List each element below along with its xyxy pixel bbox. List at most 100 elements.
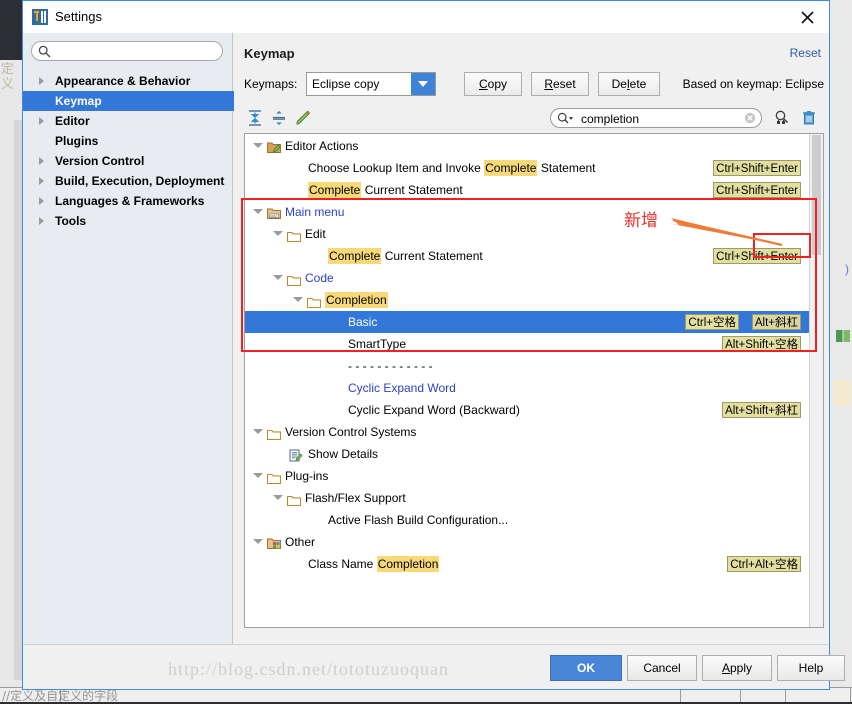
sidebar-item-languages-frameworks[interactable]: Languages & Frameworks (23, 191, 247, 211)
tree-row[interactable]: Version Control Systems (245, 421, 811, 443)
shortcut-badge: Ctrl+Shift+Enter (713, 160, 801, 176)
sidebar-item-label: Languages & Frameworks (55, 194, 205, 208)
shortcut-badge: Alt+Shift+斜杠 (722, 402, 801, 418)
chevron-right-icon[interactable] (39, 197, 44, 205)
collapse-all-icon[interactable] (270, 109, 290, 129)
show-details-icon (289, 447, 303, 462)
keymap-toolbar: completion (244, 107, 824, 133)
main-menu-icon (267, 205, 281, 219)
chevron-down-icon[interactable] (273, 495, 283, 500)
filter-value: completion (581, 112, 640, 126)
chevron-right-icon[interactable] (39, 217, 44, 225)
tree-row-label: Other (285, 535, 316, 549)
dialog-titlebar: Settings (23, 1, 829, 34)
sidebar-item-appearance-behavior[interactable]: Appearance & Behavior (23, 71, 247, 91)
ok-button[interactable]: OK (550, 655, 622, 681)
expand-all-icon[interactable] (246, 109, 266, 129)
tree-row[interactable]: Completion (245, 289, 811, 311)
settings-sidebar: Appearance & Behavior Keymap Editor Plugins… (23, 33, 247, 646)
search-input[interactable] (31, 41, 223, 61)
sidebar-item-version-control[interactable]: Version Control (23, 151, 247, 171)
sidebar-item-editor[interactable]: Editor (23, 111, 247, 131)
chevron-right-icon[interactable] (39, 77, 44, 85)
sidebar-item-label: Appearance & Behavior (55, 74, 191, 88)
close-icon[interactable] (785, 1, 829, 33)
tree-row-label: Version Control Systems (285, 425, 417, 439)
clear-icon[interactable] (744, 112, 756, 127)
chevron-down-icon[interactable] (273, 275, 283, 280)
background-right-paren: ) (845, 262, 849, 276)
sidebar-item-label: Version Control (55, 154, 145, 168)
chevron-down-icon[interactable] (253, 143, 263, 148)
chevron-right-icon[interactable] (39, 157, 44, 165)
tree-row-label: Cyclic Expand Word (348, 381, 456, 395)
keymap-tree[interactable]: Editor Actions Choose Lookup Item and Inv… (244, 133, 824, 628)
edit-shortcut-icon[interactable] (294, 109, 314, 129)
help-button[interactable]: Help (777, 655, 845, 681)
dialog-body: Appearance & Behavior Keymap Editor Plugins… (23, 33, 829, 646)
chevron-down-icon[interactable] (253, 473, 263, 478)
sidebar-item-plugins[interactable]: Plugins (23, 131, 247, 151)
chevron-down-icon[interactable] (411, 73, 435, 95)
tree-row[interactable]: SmartType Alt+Shift+空格 (245, 333, 811, 355)
based-on-label: Based on keymap: Eclipse (682, 77, 824, 91)
chevron-down-icon[interactable] (293, 297, 303, 302)
delete-icon[interactable] (800, 109, 820, 129)
background-left-text: 定 义 (1, 62, 15, 92)
chevron-down-icon[interactable] (253, 539, 263, 544)
tree-row[interactable]: Editor Actions (245, 135, 811, 157)
tree-row[interactable]: Plug-ins (245, 465, 811, 487)
tree-row-label: Complete Current Statement (308, 182, 463, 198)
tree-row[interactable]: Code (245, 267, 811, 289)
keymap-tree-rows: Editor Actions Choose Lookup Item and Inv… (245, 134, 811, 627)
tree-row-label: Plug-ins (285, 469, 329, 483)
tree-row[interactable]: Complete Current Statement Ctrl+Shift+Ent… (245, 245, 811, 267)
delete-button[interactable]: Delete (598, 72, 660, 96)
reset-button[interactable]: Reset (531, 72, 589, 96)
tree-row[interactable]: Complete Current Statement Ctrl+Shift+Ent… (245, 179, 811, 201)
background-right-icon (836, 330, 850, 342)
folder-icon (266, 425, 282, 441)
copy-button[interactable]: Copy (464, 72, 522, 96)
tree-row[interactable]: Choose Lookup Item and Invoke Complete S… (245, 157, 811, 179)
tree-row[interactable]: Cyclic Expand Word (Backward) Alt+Shift+斜… (245, 399, 811, 421)
tree-row[interactable]: Main menu (245, 201, 811, 223)
apply-button[interactable]: Apply (702, 655, 772, 681)
chevron-right-icon[interactable] (39, 117, 44, 125)
sidebar-item-keymap[interactable]: Keymap (23, 91, 247, 111)
sidebar-item-tools[interactable]: Tools (23, 211, 247, 231)
search-icon (38, 45, 51, 61)
find-by-shortcut-icon[interactable] (773, 109, 793, 129)
tree-row[interactable]: Active Flash Build Configuration... (245, 509, 811, 531)
tree-scrollbar-thumb[interactable] (812, 135, 821, 255)
tree-scrollbar[interactable] (809, 134, 823, 627)
tree-row[interactable]: Flash/Flex Support (245, 487, 811, 509)
keymap-combobox[interactable]: Eclipse copy (306, 72, 436, 96)
search-dropdown-icon[interactable] (557, 112, 575, 128)
chevron-right-icon[interactable] (39, 177, 44, 185)
sidebar-search-wrapper (31, 41, 223, 61)
reset-link[interactable]: Reset (790, 46, 821, 60)
tree-row[interactable]: Edit (245, 223, 811, 245)
filter-search-box[interactable]: completion (550, 108, 762, 128)
chevron-down-icon[interactable] (273, 231, 283, 236)
folder-icon (266, 469, 282, 485)
tree-row[interactable]: Other (245, 531, 811, 553)
chevron-down-icon[interactable] (253, 429, 263, 434)
chevron-down-icon[interactable] (253, 209, 263, 214)
intellij-logo-icon (31, 8, 49, 26)
tree-row-label: Class Name Completion (308, 556, 440, 572)
tree-row[interactable]: Show Details (245, 443, 811, 465)
shortcut-badge: Ctrl+Shift+Enter (713, 182, 801, 198)
tree-row[interactable]: Cyclic Expand Word (245, 377, 811, 399)
tree-row[interactable]: Basic Ctrl+空格 Alt+斜杠 (245, 311, 811, 333)
sidebar-item-label: Build, Execution, Deployment (55, 174, 225, 188)
background-left-dark (0, 0, 22, 60)
sidebar-item-build-execution-deployment[interactable]: Build, Execution, Deployment (23, 171, 247, 191)
tree-row-label: - - - - - - - - - - - - (348, 359, 433, 373)
tree-row-label: Edit (305, 227, 326, 241)
tree-row[interactable]: - - - - - - - - - - - - (245, 355, 811, 377)
tree-row[interactable]: Class Name Completion Ctrl+Alt+空格 (245, 553, 811, 575)
cancel-button[interactable]: Cancel (627, 655, 697, 681)
folder-icon (286, 491, 302, 507)
